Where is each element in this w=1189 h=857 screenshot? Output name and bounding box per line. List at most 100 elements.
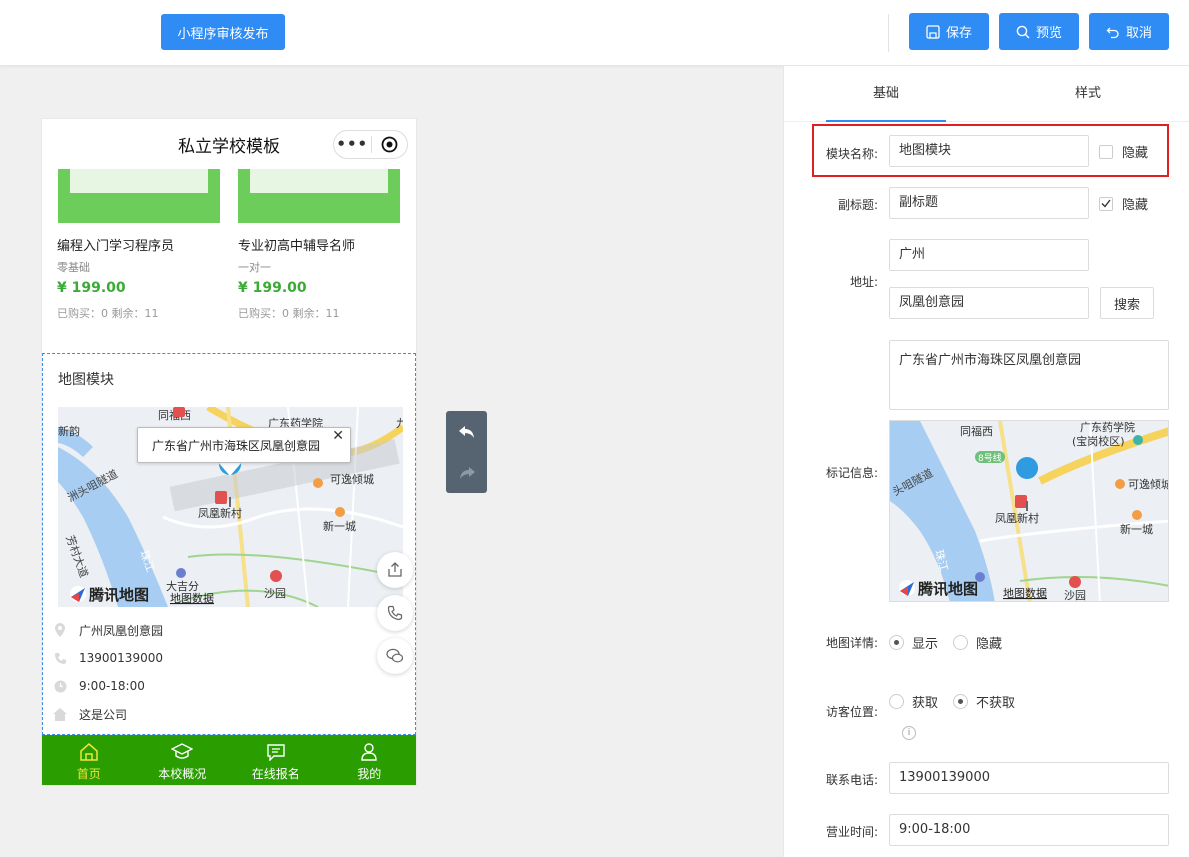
address-row[interactable]: 广州凤凰创意园	[53, 620, 163, 640]
clock-icon	[53, 679, 67, 693]
address-label: 地址:	[849, 275, 878, 289]
map-brand-text: 腾讯地图	[917, 580, 978, 598]
redo-button[interactable]	[446, 452, 487, 493]
city-input[interactable]: 广州	[889, 239, 1089, 271]
phone-label: 联系电话:	[825, 773, 878, 787]
full-address-textarea[interactable]: 广东省广州市海珠区凤凰创意园	[889, 340, 1169, 410]
map-label: 九	[396, 417, 403, 430]
radio-unchecked	[953, 635, 968, 650]
phone-icon	[387, 605, 403, 621]
course-name[interactable]: 编程入门学习程序员	[57, 235, 174, 254]
company-row: 这是公司	[53, 704, 127, 724]
share-icon	[388, 562, 402, 577]
map-label: 新一城	[1120, 522, 1153, 536]
call-button[interactable]	[377, 595, 413, 631]
course-subtitle: 一对一	[238, 261, 271, 274]
marker-map-preview[interactable]: 同福西 广东药学院 (宝岗校区) 8号线 可逸倾城 头咀隧道 凤凰新村 新一城 …	[889, 420, 1169, 602]
share-button[interactable]	[377, 552, 413, 588]
tab-basic[interactable]: 基础	[826, 66, 946, 122]
module-name-input[interactable]: 地图模块	[889, 135, 1089, 167]
close-icon[interactable]: ✕	[332, 428, 344, 444]
save-button-label: 保存	[945, 26, 972, 41]
map-data-link[interactable]: 地图数据	[170, 591, 214, 605]
subtitle-hide-checkbox[interactable]: 隐藏	[1099, 194, 1148, 213]
more-icon[interactable]: •••	[334, 131, 371, 158]
preview-button-label: 预览	[1035, 26, 1062, 41]
radio-label: 获取	[912, 696, 939, 711]
miniprogram-capsule: •••	[333, 130, 408, 159]
phone-row[interactable]: 13900139000	[53, 648, 163, 668]
tab-home[interactable]: 首页	[42, 735, 136, 785]
course-image[interactable]	[238, 167, 400, 223]
keyword-input[interactable]: 凤凰创意园	[889, 287, 1089, 319]
redo-icon	[459, 466, 475, 479]
map-module-title: 地图模块	[58, 372, 114, 388]
popup-text: 广东省广州市海珠区凤凰创意园	[152, 438, 321, 453]
map-view[interactable]: 新韵 同福西 广东药学院 九 可逸倾城 凤凰新村 新一城 洲头咀隧道 芳村大道 …	[58, 407, 403, 607]
cancel-button[interactable]: 取消	[1089, 13, 1169, 50]
message-icon	[266, 741, 286, 763]
cancel-button-label: 取消	[1125, 26, 1152, 41]
wechat-button[interactable]	[377, 638, 413, 674]
popup-pointer	[218, 462, 242, 476]
undo-icon	[458, 425, 474, 438]
hours-input[interactable]: 9:00-18:00	[889, 814, 1169, 846]
preview-button[interactable]: 预览	[999, 13, 1079, 50]
tab-label: 我的	[357, 766, 382, 781]
map-detail-label: 地图详情:	[825, 636, 878, 650]
panel-tabs: 基础 样式	[784, 66, 1189, 122]
save-button[interactable]: 保存	[909, 13, 989, 50]
publish-button-label: 小程序审核发布	[177, 26, 269, 42]
map-label: 沙园	[264, 587, 286, 600]
map-label: 广东药学院	[1080, 421, 1135, 434]
map-label: 新韵	[58, 424, 80, 438]
hours-label: 营业时间:	[825, 825, 878, 839]
tab-mine[interactable]: 我的	[323, 735, 417, 785]
course-image[interactable]	[58, 167, 220, 223]
map-detail-hide-radio[interactable]: 隐藏	[953, 633, 1002, 652]
close-target-icon[interactable]	[371, 136, 407, 153]
phone-input[interactable]: 13900139000	[889, 762, 1169, 794]
course-name[interactable]: 专业初高中辅导名师	[238, 235, 355, 254]
visitor-get-radio[interactable]: 获取	[889, 692, 938, 711]
checkbox-box	[1099, 144, 1113, 159]
hours-row: 9:00-18:00	[53, 676, 145, 696]
publish-button[interactable]: 小程序审核发布	[161, 14, 285, 50]
course-subtitle: 零基础	[57, 261, 90, 274]
hours-text: 9:00-18:00	[79, 679, 145, 693]
map-info-popup[interactable]: 广东省广州市海珠区凤凰创意园 ✕	[137, 427, 351, 463]
subtitle-input[interactable]: 副标题	[889, 187, 1089, 219]
phone-text: 13900139000	[79, 651, 163, 665]
top-toolbar: 小程序审核发布 保存 预览 取消	[0, 0, 1189, 66]
subtitle-label: 副标题:	[837, 198, 878, 212]
tab-label: 本校概况	[158, 766, 207, 781]
visitor-location-label: 访客位置:	[825, 705, 878, 719]
company-text: 这是公司	[79, 707, 128, 722]
info-icon[interactable]: i	[902, 726, 916, 740]
map-data-link[interactable]: 地图数据	[1003, 586, 1047, 600]
marker-info-label: 标记信息:	[825, 466, 878, 480]
home-icon	[79, 741, 99, 763]
address-text: 广州凤凰创意园	[79, 623, 164, 638]
map-label: 可逸倾城	[330, 473, 374, 486]
checkbox-checked	[1099, 196, 1113, 211]
radio-checked	[953, 694, 968, 709]
course-stats: 已购买：0 剩余：11	[238, 307, 340, 320]
tab-online-signup[interactable]: 在线报名	[229, 735, 323, 785]
metro-line-label: 8号线	[978, 452, 1002, 464]
tab-school-overview[interactable]: 本校概况	[136, 735, 230, 785]
undo-icon	[1106, 27, 1119, 38]
phone-navbar: 私立学校模板 •••	[42, 119, 416, 169]
radio-label: 隐藏	[976, 637, 1003, 652]
radio-label: 显示	[912, 637, 939, 652]
wechat-icon	[386, 648, 404, 663]
search-button[interactable]: 搜索	[1100, 287, 1154, 319]
map-detail-show-radio[interactable]: 显示	[889, 633, 938, 652]
undo-button[interactable]	[446, 411, 487, 452]
visitor-noget-radio[interactable]: 不获取	[953, 692, 1015, 711]
module-hide-checkbox[interactable]: 隐藏	[1099, 142, 1148, 161]
tab-style[interactable]: 样式	[1028, 66, 1148, 122]
map-module-selected[interactable]: 地图模块 新韵 同福西 广东药学院 九 可逸倾城 凤凰新村 新一	[42, 353, 416, 735]
tab-label: 首页	[76, 766, 101, 781]
map-label: 沙园	[1064, 589, 1086, 602]
